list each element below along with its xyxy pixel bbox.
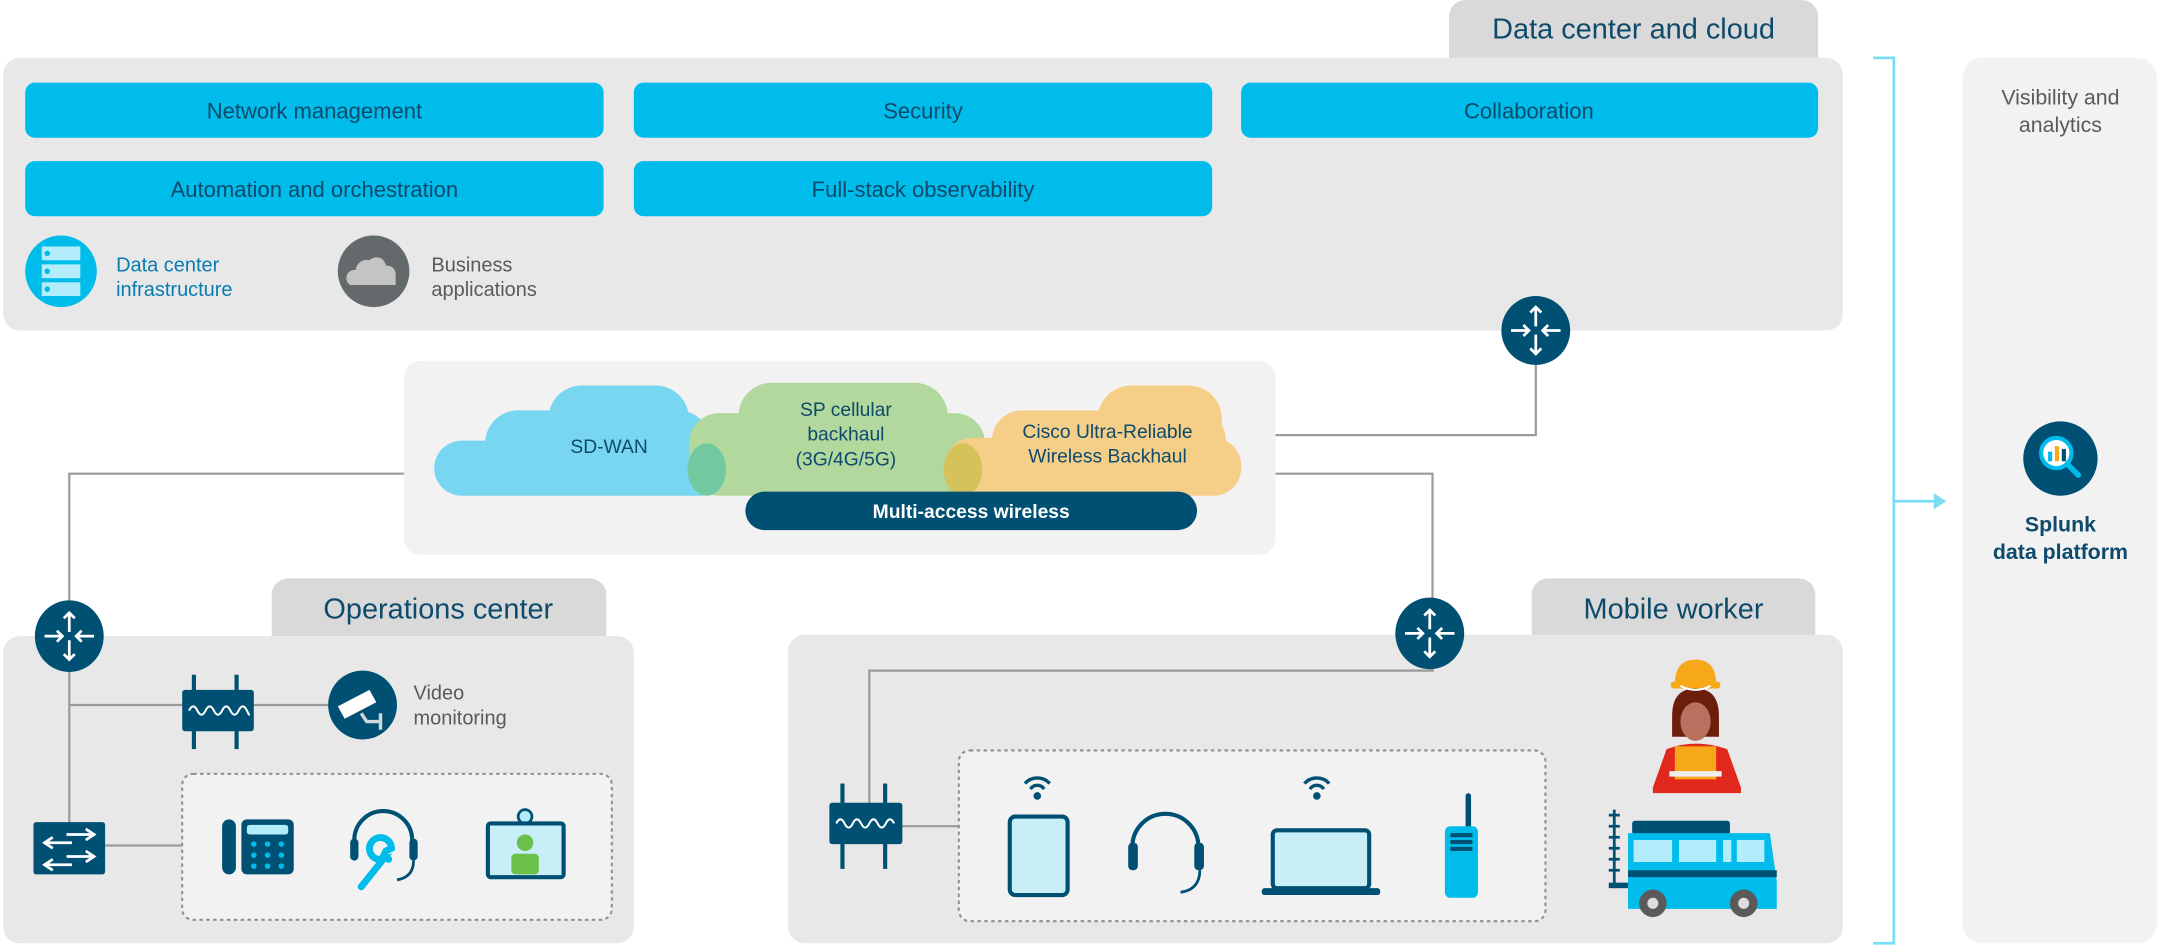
analytics-panel — [1962, 57, 2157, 944]
collaboration-button[interactable]: Collaboration — [1241, 82, 1819, 138]
infra-label-line1: Data center — [116, 254, 220, 276]
mobile-title: Mobile worker — [1584, 593, 1764, 625]
cloud-icon — [337, 235, 410, 308]
button-label: Full-stack observability — [812, 177, 1035, 202]
mobile-section: Mobile worker — [788, 578, 1843, 944]
switch-icon — [33, 822, 106, 875]
data-center-section: Data center and cloud Network management… — [3, 0, 1843, 331]
security-button[interactable]: Security — [633, 82, 1213, 138]
video-label-line2: monitoring — [414, 707, 507, 729]
business-label-line2: applications — [431, 279, 536, 301]
laptop-icon — [1261, 828, 1381, 896]
server-rack-icon — [25, 235, 97, 308]
multi-access-label: Multi-access wireless — [873, 502, 1070, 523]
button-label: Automation and orchestration — [171, 177, 459, 202]
video-label-line1: Video — [414, 683, 465, 705]
splunk-label-line1: Splunk — [2025, 513, 2096, 537]
automation-button[interactable]: Automation and orchestration — [25, 161, 604, 217]
tablet-icon — [1007, 814, 1070, 898]
architecture-diagram: Data center and cloud Network management… — [3, 0, 2157, 945]
data-center-title: Data center and cloud — [1492, 14, 1775, 46]
magnifier-chart-icon — [2023, 421, 2098, 496]
analytics-title-line2: analytics — [2019, 113, 2102, 137]
cellular-label-line1: SP cellular — [800, 400, 892, 421]
wan-section: SD-WAN SP cellular backhaul (3G/4G/5G) C… — [403, 360, 1276, 555]
cellular-label-line2: backhaul — [807, 425, 884, 446]
observability-button[interactable]: Full-stack observability — [633, 161, 1213, 217]
urwb-label-line2: Wireless Backhaul — [1028, 447, 1186, 468]
button-label: Network management — [207, 98, 422, 123]
sdwan-label: SD-WAN — [570, 437, 647, 458]
ip-phone-icon — [222, 819, 294, 875]
router-icon — [1501, 296, 1571, 365]
urwb-label-line1: Cisco Ultra-Reliable — [1022, 422, 1192, 443]
business-label-line1: Business — [431, 254, 512, 276]
operations-title: Operations center — [323, 593, 553, 625]
cellular-label-line3: (3G/4G/5G) — [796, 449, 897, 470]
router-icon — [1395, 597, 1465, 670]
analytics-section: Visibility and analytics Splunk data pla… — [1962, 57, 2157, 944]
button-label: Security — [883, 98, 963, 123]
analytics-title-line1: Visibility and — [2001, 86, 2119, 110]
button-label: Collaboration — [1464, 98, 1594, 123]
network-management-button[interactable]: Network management — [25, 82, 604, 138]
splunk-label-line2: data platform — [1993, 540, 2128, 564]
infra-label-line2: infrastructure — [116, 279, 232, 301]
analytics-bracket — [1873, 56, 1947, 945]
router-icon — [34, 600, 104, 672]
security-camera-icon — [328, 670, 398, 740]
